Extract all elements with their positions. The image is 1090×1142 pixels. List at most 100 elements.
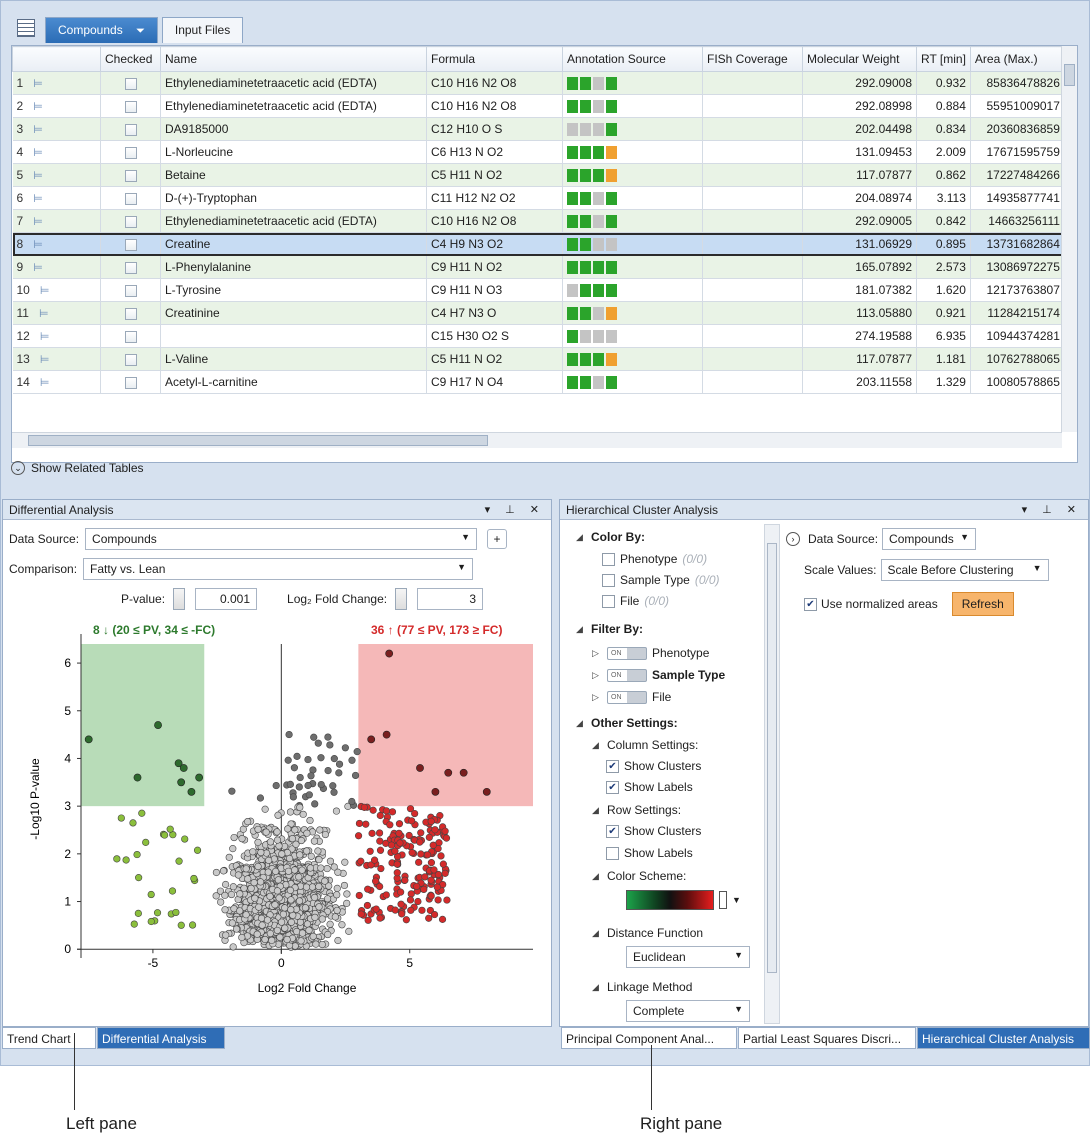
table-row[interactable]: 13 ⊨ L-Valine C5 H11 N O2 117.07877 1.181 1076… xyxy=(12,347,1065,371)
refresh-button[interactable]: Refresh xyxy=(951,592,1014,616)
pvalue-input[interactable]: 0.001 xyxy=(195,588,258,610)
table-vertical-scrollbar[interactable] xyxy=(1061,46,1077,432)
row-checkbox[interactable] xyxy=(125,330,137,343)
color-phenotype-option[interactable]: Phenotype (0/0) xyxy=(602,552,707,566)
color-scheme-picker[interactable]: ▼ xyxy=(626,890,741,910)
linkage-method-combo[interactable]: Complete ▼ xyxy=(626,1000,750,1022)
pin-icon[interactable]: ⊨ xyxy=(33,216,43,228)
row-settings-node[interactable]: ◢ Row Settings: xyxy=(592,803,681,817)
checkbox[interactable] xyxy=(602,552,615,566)
row-checkbox[interactable] xyxy=(125,215,137,228)
data-source-combo[interactable]: Compounds ▼ xyxy=(85,528,478,550)
column-header[interactable]: Formula xyxy=(426,46,563,72)
pin-icon[interactable]: ⊨ xyxy=(33,147,43,159)
row-checkbox[interactable] xyxy=(125,169,137,182)
expand-triangle-icon[interactable]: ▷ xyxy=(592,648,602,659)
row-checkbox[interactable] xyxy=(125,376,137,389)
column-header[interactable]: Checked xyxy=(100,46,161,72)
checkbox[interactable] xyxy=(602,594,615,608)
filter-phenotype[interactable]: ▷ ON Phenotype xyxy=(592,646,709,660)
row-checkbox[interactable] xyxy=(125,77,137,90)
table-horizontal-scrollbar[interactable] xyxy=(12,432,1062,448)
table-row[interactable]: 2 ⊨ Ethylenediaminetetraacetic acid (EDTA)… xyxy=(12,94,1065,118)
row-checkbox[interactable] xyxy=(125,146,137,159)
scale-values-combo[interactable]: Scale Before Clustering ▼ xyxy=(880,559,1049,581)
fc-input[interactable]: 3 xyxy=(417,588,484,610)
column-show-labels[interactable]: ✔ Show Labels xyxy=(606,780,693,794)
show-related-tables[interactable]: ⌄ Show Related Tables xyxy=(11,457,144,479)
expand-triangle-icon[interactable]: ▷ xyxy=(592,670,602,681)
column-header[interactable]: Name xyxy=(160,46,427,72)
row-checkbox[interactable] xyxy=(125,353,137,366)
add-source-button[interactable]: + xyxy=(487,529,508,549)
pvalue-slider[interactable] xyxy=(173,588,186,610)
table-row[interactable]: 14 ⊨ Acetyl-L-carnitine C9 H17 N O4 203.1155… xyxy=(12,370,1065,394)
column-header[interactable]: Annotation Source xyxy=(562,46,703,72)
tab-input-files[interactable]: Input Files xyxy=(161,17,244,43)
checkbox-checked[interactable]: ✔ xyxy=(606,824,619,838)
comparison-combo[interactable]: Fatty vs. Lean ▼ xyxy=(83,558,474,580)
tab-hierarchical-cluster-analysis[interactable]: Hierarchical Cluster Analysis xyxy=(917,1027,1090,1049)
color-sample-type-option[interactable]: Sample Type (0/0) xyxy=(602,573,720,587)
pin-icon[interactable]: ⊨ xyxy=(33,193,43,205)
filter-file[interactable]: ▷ ON File xyxy=(592,690,671,704)
checkbox[interactable] xyxy=(606,846,619,860)
pin-icon[interactable]: ⊨ xyxy=(33,262,43,274)
pin-icon[interactable]: ⊨ xyxy=(33,239,43,251)
pane-controls[interactable]: ▾ ⊥ ✕ xyxy=(1022,503,1082,516)
row-checkbox[interactable] xyxy=(125,261,137,274)
row-show-labels[interactable]: Show Labels xyxy=(606,846,693,860)
row-checkbox[interactable] xyxy=(125,238,137,251)
table-row[interactable]: 6 ⊨ D-(+)-Tryptophan C11 H12 N2 O2 204.08974… xyxy=(12,186,1065,210)
table-row[interactable]: 9 ⊨ L-Phenylalanine C9 H11 N O2 165.07892 2.5… xyxy=(12,255,1065,279)
pin-icon[interactable]: ⊨ xyxy=(40,377,50,389)
fc-slider[interactable] xyxy=(395,588,408,610)
table-row[interactable]: 12 ⊨ C15 H30 O2 S 274.19588 6.935 10944374281 xyxy=(12,324,1065,348)
row-checkbox[interactable] xyxy=(125,284,137,297)
checkbox[interactable] xyxy=(602,573,615,587)
row-checkbox[interactable] xyxy=(125,192,137,205)
color-gradient-swatch[interactable] xyxy=(626,890,714,910)
row-checkbox[interactable] xyxy=(125,100,137,113)
settings-scrollbar[interactable] xyxy=(764,524,780,1024)
column-settings-node[interactable]: ◢ Column Settings: xyxy=(592,738,698,752)
column-show-clusters[interactable]: ✔ Show Clusters xyxy=(606,759,701,773)
pin-icon[interactable]: ⊨ xyxy=(40,285,50,297)
column-header[interactable]: RT [min] xyxy=(916,46,971,72)
table-row[interactable]: 5 ⊨ Betaine C5 H11 N O2 117.07877 0.862 172274… xyxy=(12,163,1065,187)
pin-icon[interactable]: ⊨ xyxy=(33,124,43,136)
grid-view-icon[interactable] xyxy=(17,19,35,37)
other-settings-node[interactable]: ◢ Other Settings: xyxy=(576,716,678,730)
table-row[interactable]: 7 ⊨ Ethylenediaminetetraacetic acid (EDTA)… xyxy=(12,209,1065,233)
filter-toggle[interactable]: ON xyxy=(607,646,647,660)
pin-icon[interactable]: ⊨ xyxy=(40,354,50,366)
row-show-clusters[interactable]: ✔ Show Clusters xyxy=(606,824,701,838)
tab-compounds[interactable]: Compounds ⏷ xyxy=(45,17,158,43)
row-checkbox[interactable] xyxy=(125,307,137,320)
distance-function-node[interactable]: ◢ Distance Function xyxy=(592,926,703,940)
pin-icon[interactable]: ⊨ xyxy=(39,308,49,320)
pane-controls[interactable]: ▾ ⊥ ✕ xyxy=(485,503,545,516)
expand-triangle-icon[interactable]: ▷ xyxy=(592,692,602,703)
tab-principal-component-analysis[interactable]: Principal Component Anal... xyxy=(561,1027,737,1049)
color-file-option[interactable]: File (0/0) xyxy=(602,594,669,608)
color-by-node[interactable]: ◢ Color By: xyxy=(576,530,645,544)
tab-trend-chart[interactable]: Trend Chart xyxy=(2,1027,96,1049)
color-scheme-node[interactable]: ◢ Color Scheme: xyxy=(592,869,686,883)
tab-differential-analysis[interactable]: Differential Analysis xyxy=(97,1027,225,1049)
pin-icon[interactable]: ⊨ xyxy=(33,101,43,113)
pin-icon[interactable]: ⊨ xyxy=(33,78,43,90)
expand-chevron-icon[interactable]: ⌄ xyxy=(11,461,25,475)
column-header[interactable]: FISh Coverage xyxy=(702,46,803,72)
checkbox-checked[interactable]: ✔ xyxy=(606,759,619,773)
filter-toggle[interactable]: ON xyxy=(607,668,647,682)
linkage-method-node[interactable]: ◢ Linkage Method xyxy=(592,980,692,994)
table-row[interactable]: 3 ⊨ DA9185000 C12 H10 O S 202.04498 0.834 2036… xyxy=(12,117,1065,141)
table-row[interactable]: 1 ⊨ Ethylenediaminetetraacetic acid (EDTA)… xyxy=(12,71,1065,95)
filter-toggle[interactable]: ON xyxy=(607,690,647,704)
filter-by-node[interactable]: ◢ Filter By: xyxy=(576,622,643,636)
column-header[interactable] xyxy=(12,46,101,72)
tab-partial-least-squares[interactable]: Partial Least Squares Discri... xyxy=(738,1027,916,1049)
hca-data-source-combo[interactable]: Compounds ▼ xyxy=(882,528,977,550)
pin-icon[interactable]: ⊨ xyxy=(33,170,43,182)
